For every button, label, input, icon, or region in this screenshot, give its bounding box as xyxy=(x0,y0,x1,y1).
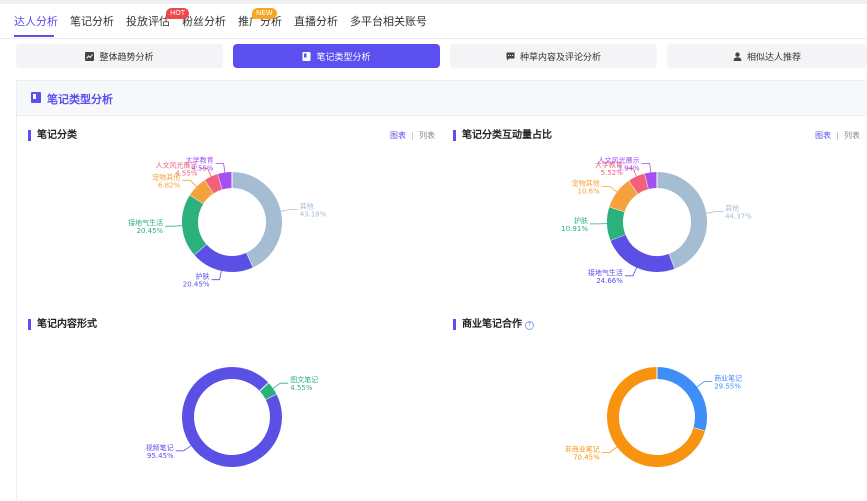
donut-slice[interactable] xyxy=(657,373,701,429)
slice-label: 商业笔记 xyxy=(714,374,742,383)
label-leader-line xyxy=(602,447,617,452)
slice-percent: 29.55% xyxy=(714,383,741,391)
chart-commercial: 商业笔记29.55% 非商业笔记70.45% xyxy=(0,0,867,500)
label-leader-line xyxy=(697,382,712,387)
slice-percent: 70.45% xyxy=(573,453,600,461)
slice-label: 非商业笔记 xyxy=(565,444,600,453)
